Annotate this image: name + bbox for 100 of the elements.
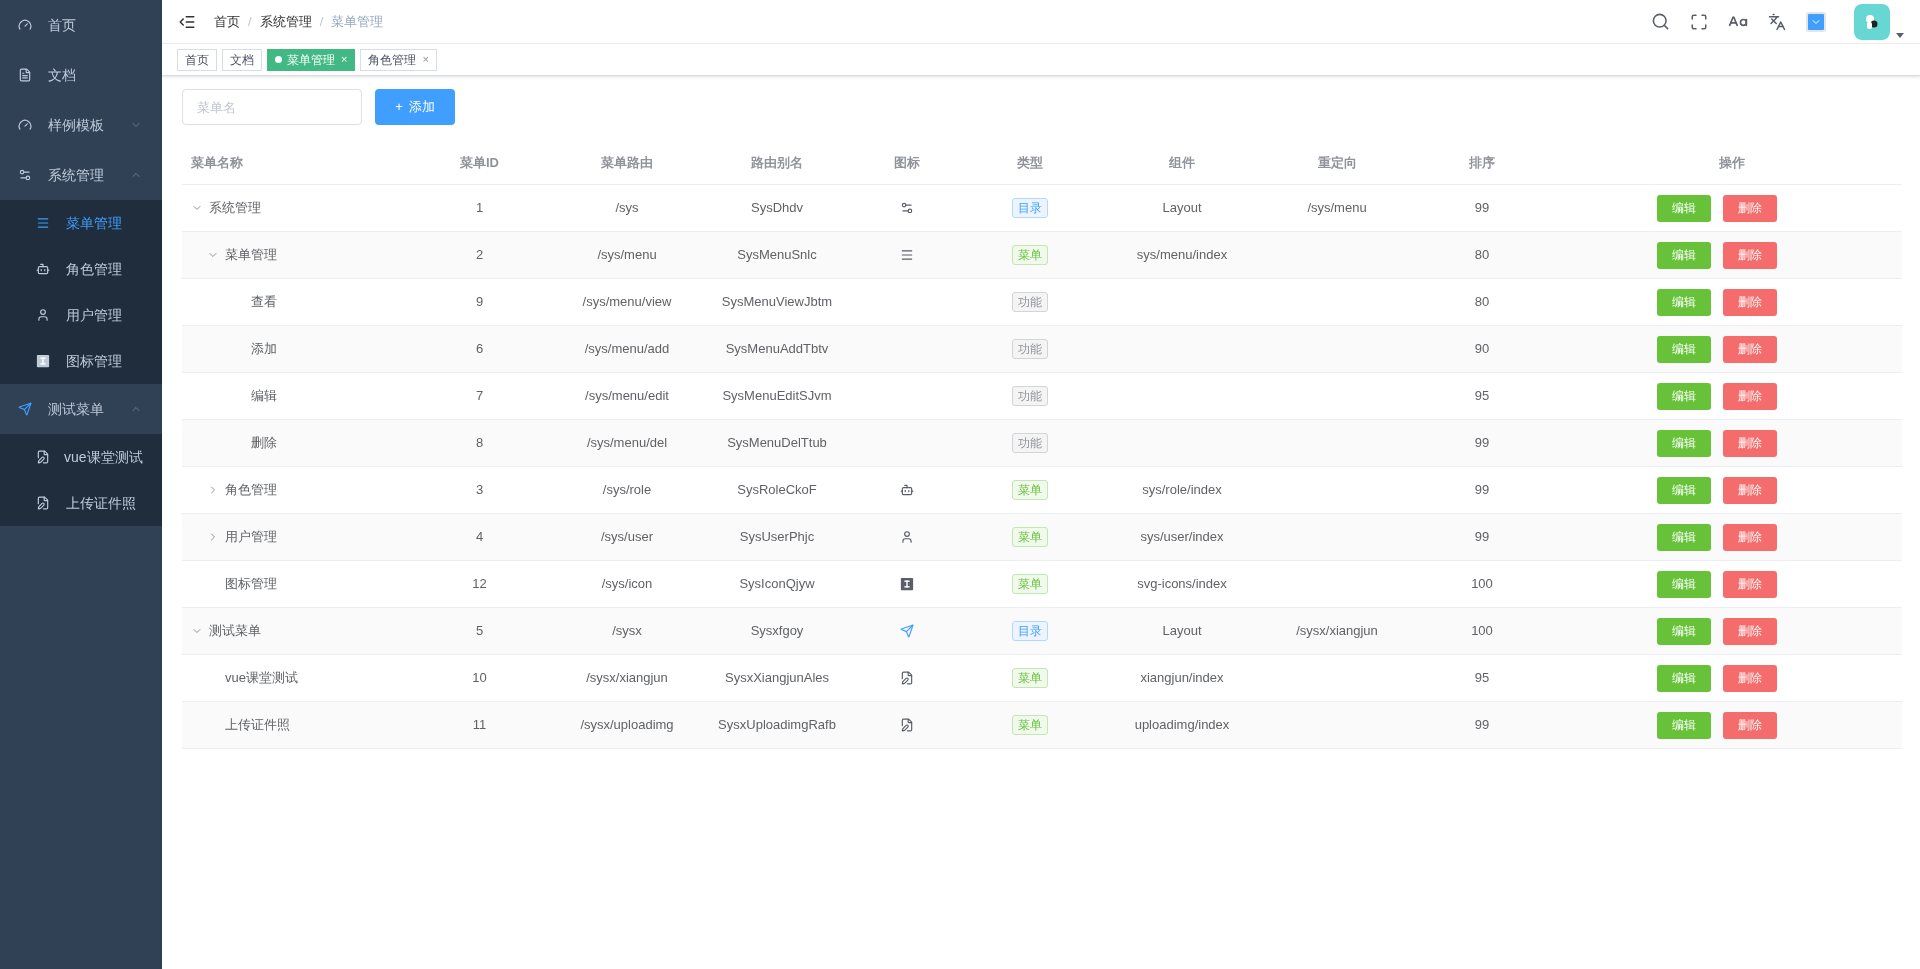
edit-button[interactable]: 编辑 — [1657, 570, 1711, 598]
delete-button[interactable]: 删除 — [1723, 476, 1777, 504]
table-cell-text: SysMenuDelTtub — [727, 434, 827, 453]
table-cell-text: 上传证件照 — [225, 716, 290, 735]
delete-button[interactable]: 删除 — [1723, 194, 1777, 222]
edit-button[interactable]: 编辑 — [1657, 194, 1711, 222]
document-pen-icon — [36, 496, 50, 510]
avatar[interactable] — [1854, 3, 1890, 40]
close-icon[interactable]: × — [341, 51, 348, 68]
table-cell-text: SysxUploadimgRafb — [718, 716, 836, 735]
letter-box-icon — [36, 354, 50, 368]
breadcrumb-item[interactable]: 首页 — [214, 11, 240, 32]
table-cell-text: 11 — [472, 716, 487, 735]
tag-tab[interactable]: 菜单管理 × — [267, 48, 356, 71]
table-cell-text: 99 — [1474, 716, 1490, 735]
dropdown-toggle-icon[interactable] — [1806, 11, 1826, 32]
sidebar-label: 文档 — [48, 65, 77, 85]
table-cell-text: xiangjun/index — [1140, 669, 1224, 688]
edit-button[interactable]: 编辑 — [1657, 617, 1711, 645]
sidebar-label: 用户管理 — [66, 305, 123, 325]
table-cell-text: Layout — [1162, 199, 1202, 218]
edit-button[interactable]: 编辑 — [1657, 711, 1711, 739]
delete-button[interactable]: 删除 — [1723, 241, 1777, 269]
edit-button[interactable]: 编辑 — [1657, 476, 1711, 504]
table-cell-text: 99 — [1474, 434, 1490, 453]
tag-label: 角色管理 — [368, 51, 417, 69]
table-cell-text: SysMenuSnlc — [737, 246, 817, 265]
sidebar-item[interactable]: 用户管理 — [0, 292, 162, 338]
breadcrumb-item[interactable]: 系统管理 — [259, 11, 312, 32]
paper-plane-icon — [18, 402, 32, 416]
fullscreen-icon[interactable] — [1690, 12, 1708, 31]
table-cell-text: /sysx/xiangjun — [1296, 622, 1378, 641]
search-field[interactable]: 菜单名 — [182, 89, 362, 125]
edit-button[interactable]: 编辑 — [1657, 523, 1711, 551]
column-header: 菜单ID — [459, 153, 500, 172]
type-tag: 功能 — [1011, 292, 1048, 312]
add-button[interactable]: + 添加 — [375, 89, 455, 125]
column-header: 图标 — [893, 153, 921, 172]
document-pen-icon — [900, 718, 914, 732]
delete-button[interactable]: 删除 — [1723, 570, 1777, 598]
delete-button[interactable]: 删除 — [1723, 335, 1777, 363]
table-cell-text: 80 — [1474, 293, 1490, 312]
type-tag: 菜单 — [1011, 245, 1048, 265]
delete-button[interactable]: 删除 — [1723, 711, 1777, 739]
table-cell-text: 9 — [475, 293, 484, 312]
edit-button[interactable]: 编辑 — [1657, 664, 1711, 692]
edit-button[interactable]: 编辑 — [1657, 288, 1711, 316]
tag-tab[interactable]: 角色管理 × — [360, 48, 437, 71]
sidebar-label: 上传证件照 — [66, 493, 137, 513]
sidebar-label: 测试菜单 — [48, 399, 105, 419]
table-cell-text: 8 — [475, 434, 484, 453]
table-cell-text: 99 — [1474, 481, 1490, 500]
table-cell-text: 5 — [475, 622, 484, 641]
delete-button[interactable]: 删除 — [1723, 617, 1777, 645]
column-header: 重定向 — [1316, 153, 1358, 172]
table-cell-text: vue课堂测试 — [225, 669, 298, 688]
table-cell-text: 3 — [475, 481, 484, 500]
tag-label: 菜单管理 — [287, 51, 335, 69]
user-icon — [36, 308, 50, 322]
table-cell-text: SysDhdv — [751, 199, 803, 218]
language-icon[interactable] — [1768, 12, 1786, 31]
table-cell-text: 编辑 — [251, 387, 277, 406]
edit-button[interactable]: 编辑 — [1657, 382, 1711, 410]
type-tag: 目录 — [1011, 621, 1048, 641]
table-cell-text: Sysxfgoy — [750, 622, 804, 641]
table-cell-text: 10 — [472, 669, 487, 688]
type-tag: 功能 — [1011, 339, 1048, 359]
delete-button[interactable]: 删除 — [1723, 429, 1777, 457]
type-tag: 功能 — [1011, 433, 1048, 453]
caret-icon[interactable] — [1896, 32, 1904, 38]
table-cell-text: 80 — [1474, 246, 1490, 265]
table-cell-text: sys/menu/index — [1136, 246, 1228, 265]
edit-button[interactable]: 编辑 — [1657, 429, 1711, 457]
table-cell-text: SysRoleCkoF — [737, 481, 817, 500]
sidebar-item[interactable]: 图标管理 — [0, 338, 162, 384]
close-icon[interactable]: × — [422, 51, 429, 68]
table-cell-text: uploadimg/index — [1134, 716, 1230, 735]
sidebar-item[interactable]: 上传证件照 — [0, 480, 162, 526]
sidebar-item[interactable]: vue课堂测试 — [0, 434, 162, 480]
edit-button[interactable]: 编辑 — [1657, 335, 1711, 363]
delete-button[interactable]: 删除 — [1723, 523, 1777, 551]
table-cell-text: 6 — [475, 340, 484, 359]
table-cell-text: 99 — [1474, 528, 1490, 547]
table-cell-text: 添加 — [251, 340, 277, 359]
sidebar-item[interactable]: 菜单管理 — [0, 200, 162, 246]
table-cell-text: Layout — [1162, 622, 1202, 641]
edit-button[interactable]: 编辑 — [1657, 241, 1711, 269]
sidebar-label: 图标管理 — [66, 351, 123, 371]
tag-tab[interactable]: 文档 — [222, 48, 262, 71]
table-cell-text: SysIconQjyw — [739, 575, 815, 594]
delete-button[interactable]: 删除 — [1723, 664, 1777, 692]
tag-tab[interactable]: 首页 — [177, 48, 217, 71]
sidebar-label: 系统管理 — [48, 165, 105, 185]
table-cell-text: 角色管理 — [225, 481, 277, 500]
table-cell-text: 4 — [475, 528, 484, 547]
document-icon — [18, 68, 32, 82]
search-icon[interactable] — [1651, 12, 1670, 31]
delete-button[interactable]: 删除 — [1723, 382, 1777, 410]
delete-button[interactable]: 删除 — [1723, 288, 1777, 316]
sidebar-item[interactable]: 角色管理 — [0, 246, 162, 292]
